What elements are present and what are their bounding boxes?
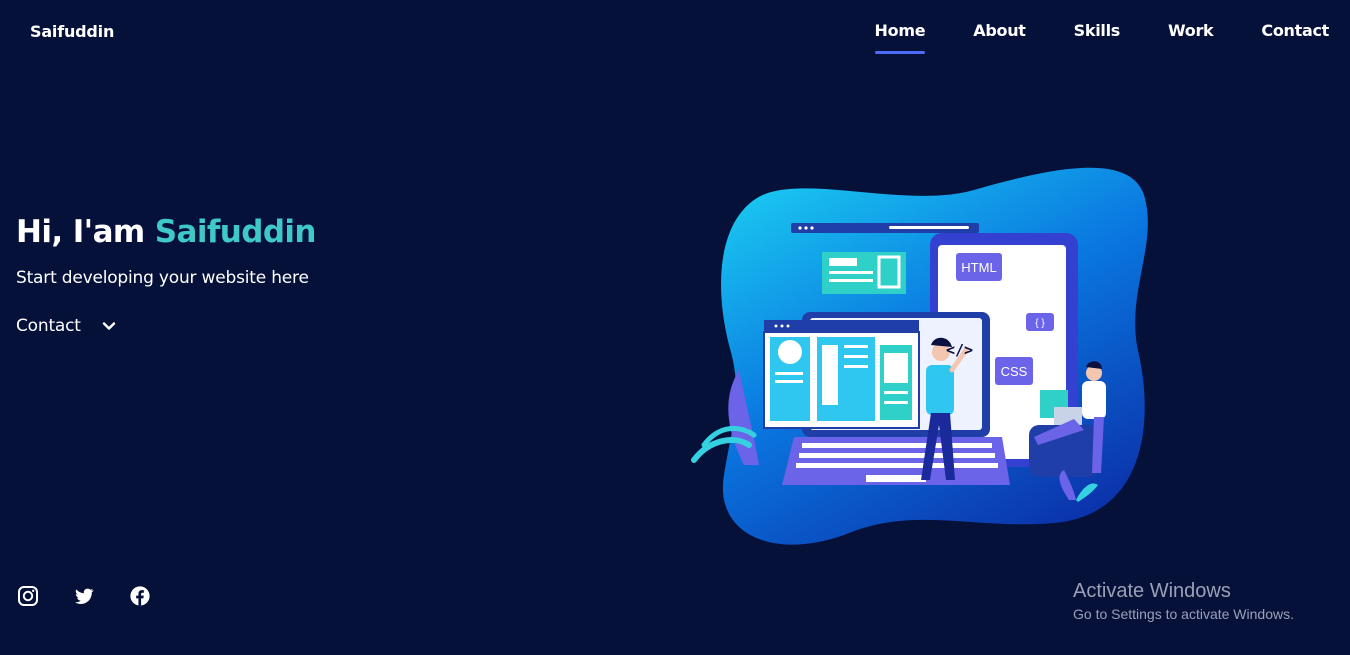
instagram-icon[interactable] xyxy=(17,585,39,607)
hero-illustration: HTML { } CSS </> xyxy=(684,155,1156,545)
contact-button[interactable]: Contact xyxy=(16,316,117,336)
css-tag: CSS xyxy=(1001,364,1028,379)
nav-skills[interactable]: Skills xyxy=(1074,21,1121,40)
main-nav: Home About Skills Work Contact xyxy=(874,21,1329,54)
nav-work[interactable]: Work xyxy=(1168,21,1214,40)
watermark-subtitle: Go to Settings to activate Windows. xyxy=(1073,606,1294,622)
twitter-icon[interactable] xyxy=(73,585,95,607)
braces-tag: { } xyxy=(1035,318,1045,329)
nav-about[interactable]: About xyxy=(973,21,1026,40)
contact-button-label: Contact xyxy=(16,316,81,336)
hero: Hi, I'am Saifuddin Start developing your… xyxy=(16,212,317,336)
nav-contact[interactable]: Contact xyxy=(1261,21,1329,40)
social-links xyxy=(17,585,151,607)
watermark-title: Activate Windows xyxy=(1073,580,1231,602)
html-tag: HTML xyxy=(961,260,996,275)
hero-title: Hi, I'am Saifuddin xyxy=(16,212,317,252)
chevron-down-icon xyxy=(101,318,117,334)
code-tag: </> xyxy=(946,341,973,359)
windows-activation-watermark: Activate Windows Go to Settings to activ… xyxy=(1073,580,1294,622)
logo[interactable]: Saifuddin xyxy=(30,22,114,41)
hero-greeting: Hi, I'am xyxy=(16,214,145,250)
hero-subtitle: Start developing your website here xyxy=(16,268,309,288)
nav-home[interactable]: Home xyxy=(874,21,926,54)
facebook-icon[interactable] xyxy=(129,585,151,607)
header: Saifuddin Home About Skills Work Contact xyxy=(0,0,1350,62)
hero-name: Saifuddin xyxy=(154,214,317,250)
